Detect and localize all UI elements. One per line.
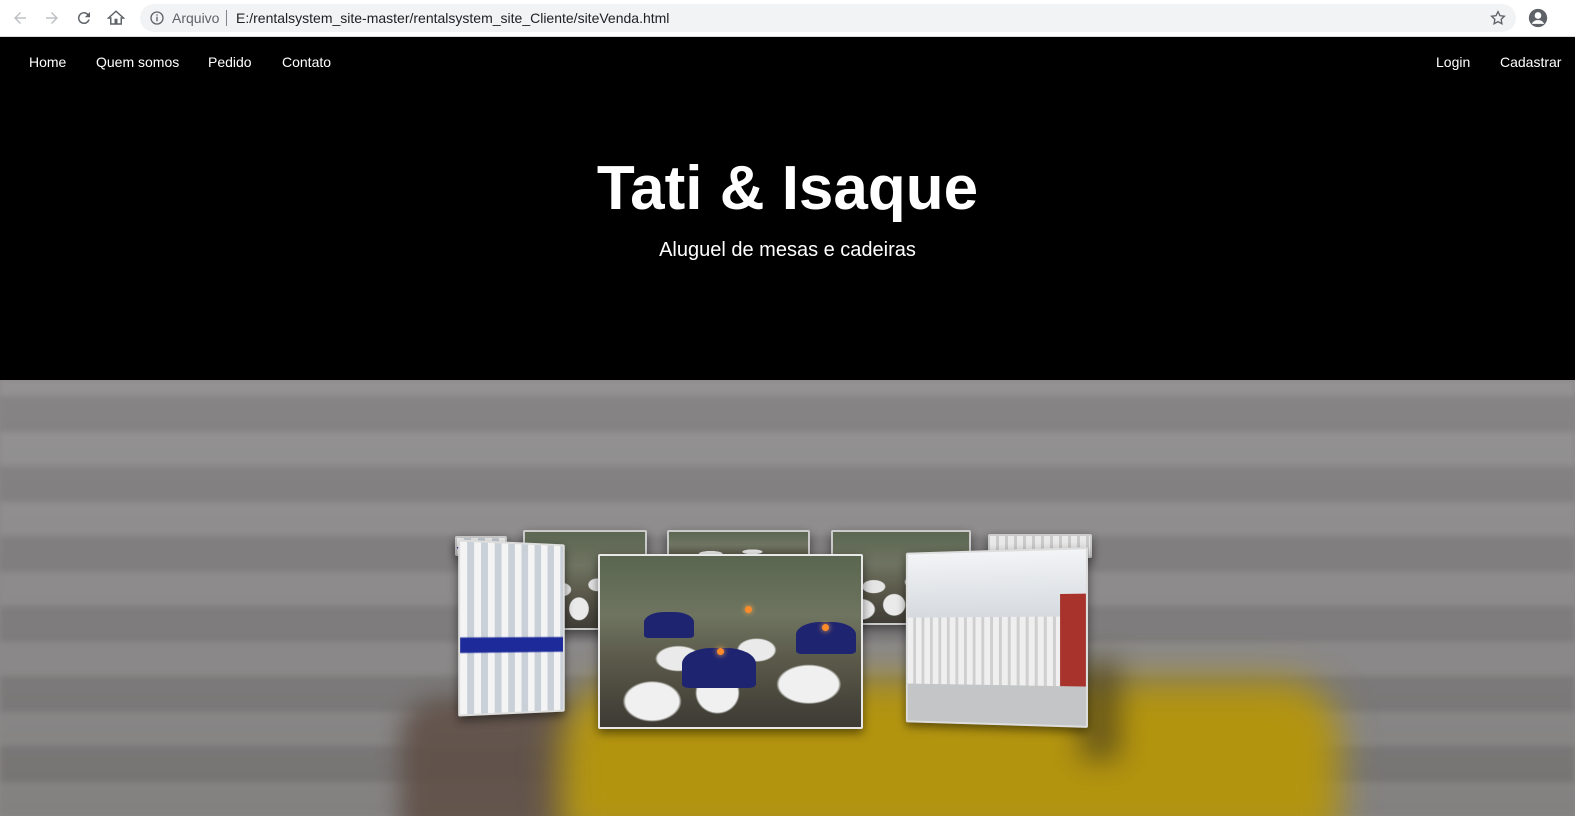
candle-shape bbox=[745, 606, 752, 613]
star-icon[interactable] bbox=[1489, 9, 1507, 27]
browser-toolbar: Arquivo E:/rentalsystem_site-master/rent… bbox=[0, 0, 1575, 37]
scheme-label: Arquivo bbox=[172, 10, 220, 26]
carousel-slide-active[interactable] bbox=[598, 554, 863, 729]
candle-shape bbox=[822, 624, 829, 631]
home-button[interactable] bbox=[104, 6, 128, 30]
back-button[interactable] bbox=[8, 6, 32, 30]
carousel-photo bbox=[600, 556, 861, 727]
hero-banner: Tati & Isaque Aluguel de mesas e cadeira… bbox=[0, 87, 1575, 380]
info-icon[interactable] bbox=[149, 10, 165, 26]
carousel-photo bbox=[907, 549, 1086, 726]
address-bar[interactable]: Arquivo E:/rentalsystem_site-master/rent… bbox=[140, 4, 1516, 32]
nav-pedido-link[interactable]: Pedido bbox=[208, 54, 252, 70]
site-navbar: Home Quem somos Pedido Contato Login Cad… bbox=[0, 37, 1575, 87]
url-text[interactable]: E:/rentalsystem_site-master/rentalsystem… bbox=[236, 10, 669, 26]
nav-home-link[interactable]: Home bbox=[29, 54, 66, 70]
nav-quem-somos-link[interactable]: Quem somos bbox=[96, 54, 179, 70]
carousel-photo bbox=[460, 541, 563, 715]
omnibox-separator bbox=[226, 10, 227, 26]
hero-title: Tati & Isaque bbox=[596, 154, 979, 223]
candle-shape bbox=[717, 648, 724, 655]
forward-arrow-icon bbox=[46, 12, 58, 24]
table-cloth-shape bbox=[644, 612, 694, 638]
photo-wall bbox=[1059, 593, 1086, 700]
gallery-section bbox=[0, 380, 1575, 816]
nav-login-link[interactable]: Login bbox=[1436, 54, 1470, 70]
forward-button[interactable] bbox=[40, 6, 64, 30]
hero-subtitle: Aluguel de mesas e cadeiras bbox=[659, 239, 916, 261]
profile-icon[interactable] bbox=[1528, 8, 1548, 28]
carousel-slide[interactable] bbox=[905, 547, 1088, 728]
nav-cadastrar-link[interactable]: Cadastrar bbox=[1500, 54, 1561, 70]
home-icon bbox=[107, 10, 125, 25]
reload-icon bbox=[77, 12, 90, 25]
photo-carousel[interactable] bbox=[455, 530, 1105, 735]
photo-floor bbox=[907, 683, 1086, 726]
back-arrow-icon bbox=[14, 12, 26, 24]
reload-button[interactable] bbox=[72, 6, 96, 30]
carousel-slide[interactable] bbox=[458, 539, 565, 717]
nav-contato-link[interactable]: Contato bbox=[282, 54, 331, 70]
